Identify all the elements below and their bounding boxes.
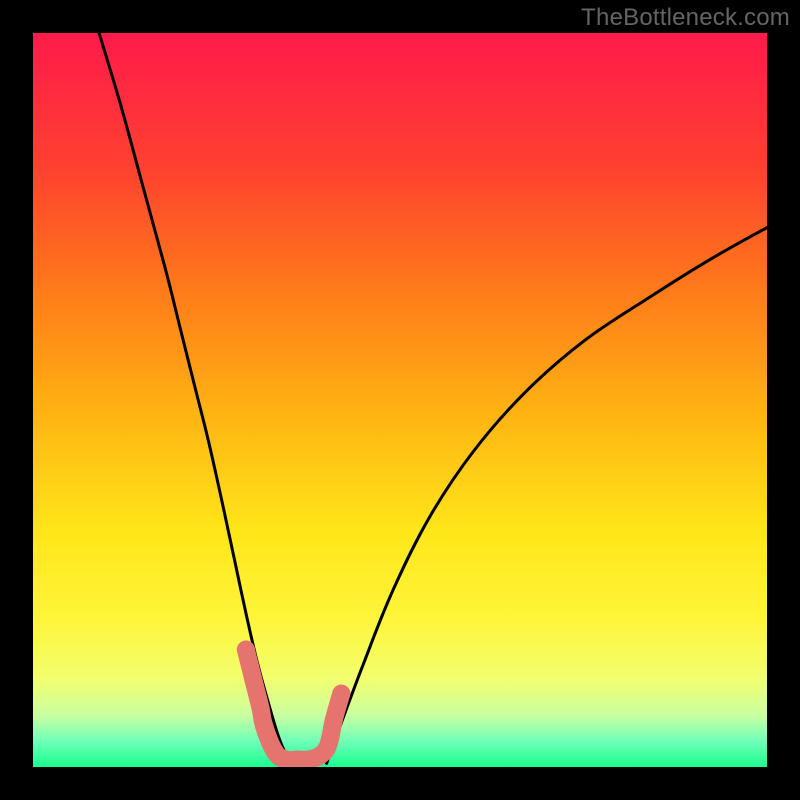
accent-dot [255,718,273,736]
accent-dot [332,685,350,703]
accent-dot [237,641,255,659]
right-curve [327,228,767,764]
accent-cluster [237,641,350,767]
plot-area [33,33,767,767]
left-curve [99,33,290,763]
accent-dot [321,729,339,747]
curves-layer [33,33,767,767]
accent-dot [244,670,262,688]
outer-frame: TheBottleneck.com [0,0,800,800]
accent-dot [252,699,270,717]
watermark-text: TheBottleneck.com [581,4,790,32]
accent-dot [325,710,343,728]
